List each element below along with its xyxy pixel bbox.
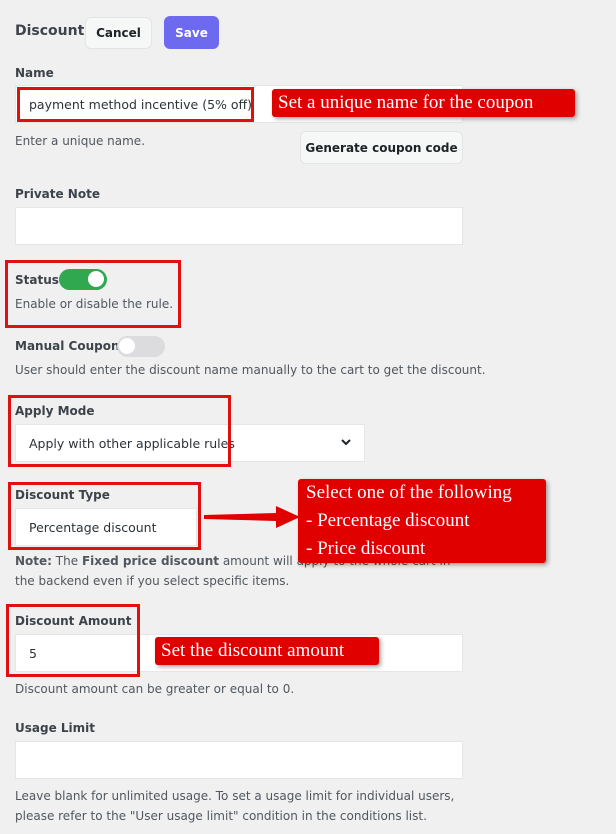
discount-type-callout: Select one of the following - Percentage… [298,479,546,563]
private-note-label: Private Note [15,187,100,201]
cancel-button[interactable]: Cancel [85,17,152,49]
arrow-icon [204,506,300,532]
discount-amount-help: Discount amount can be greater or equal … [15,682,295,696]
note-bold: Fixed price discount [81,554,219,568]
usage-limit-input[interactable] [15,741,463,779]
name-highlight-box [17,87,254,122]
amount-callout: Set the discount amount [155,637,379,665]
manual-coupon-help: User should enter the discount name manu… [15,363,486,377]
apply-mode-highlight-box [8,395,231,467]
status-highlight-box [5,260,181,328]
manual-coupon-toggle-knob [119,338,135,354]
name-help: Enter a unique name. [15,134,146,148]
generate-coupon-code-button[interactable]: Generate coupon code [300,131,463,164]
chevron-down-icon [340,436,352,451]
note-the: The [55,554,79,568]
page-title: Discount [15,23,85,39]
usage-limit-label: Usage Limit [15,721,96,735]
discount-type-highlight-box [8,482,201,550]
private-note-input[interactable] [15,207,463,245]
name-callout: Set a unique name for the coupon [272,89,575,117]
callout-line-2: - Percentage discount [306,510,470,531]
note-prefix: Note: [15,554,52,568]
callout-line-1: Select one of the following [306,482,512,503]
manual-coupon-toggle[interactable] [117,336,165,357]
manual-coupon-label: Manual Coupon [15,339,120,353]
usage-limit-help: Leave blank for unlimited usage. To set … [15,789,455,823]
discount-amount-highlight-box [6,604,140,677]
save-button[interactable]: Save [164,16,219,49]
callout-line-3: - Price discount [306,538,426,559]
name-label: Name [15,66,54,80]
